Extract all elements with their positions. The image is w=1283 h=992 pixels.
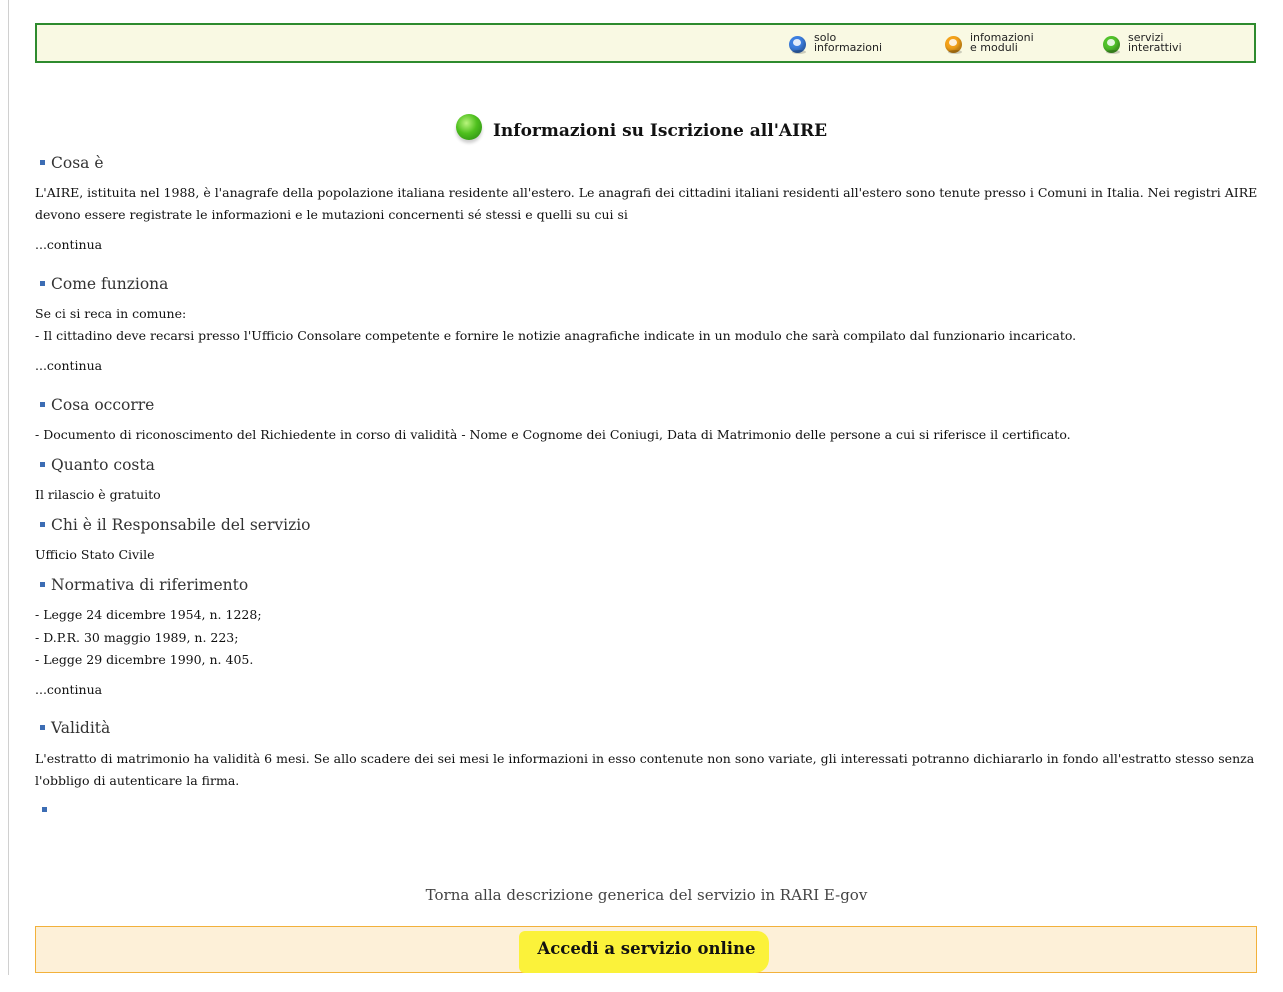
section-heading-cosa-e: Cosa è: [40, 154, 104, 172]
square-bullet-icon: [42, 807, 47, 812]
section-text-normativa-1: - Legge 24 dicembre 1954, n. 1228;: [35, 607, 262, 622]
square-bullet-icon: [40, 725, 45, 730]
continua-link[interactable]: ...continua: [35, 237, 102, 252]
green-ball-icon: [455, 114, 482, 140]
square-bullet-icon: [40, 281, 45, 286]
section-text-normativa-3: - Legge 29 dicembre 1990, n. 405.: [35, 652, 254, 667]
section-heading-normativa: Normativa di riferimento: [40, 576, 248, 594]
square-bullet-icon: [40, 462, 45, 467]
section-text-normativa-2: - D.P.R. 30 maggio 1989, n. 223;: [35, 630, 239, 645]
square-bullet-icon: [40, 402, 45, 407]
section-text-validita: L'estratto di matrimonio ha validità 6 m…: [35, 751, 1255, 788]
section-heading-come-funziona: Come funziona: [40, 275, 168, 293]
section-text-cosa-e: L'AIRE, istituita nel 1988, è l'anagrafe…: [35, 185, 1258, 222]
access-online-service-link[interactable]: Accedi a servizio online: [0, 939, 1283, 958]
section-heading-text: Come funziona: [51, 275, 169, 293]
legend-label: servizi interattivi: [1128, 31, 1182, 54]
green-ball-icon: [1103, 36, 1120, 54]
section-heading-text: Quanto costa: [51, 456, 155, 474]
continua-link[interactable]: ...continua: [35, 682, 102, 697]
section-text-come-funziona-1: Se ci si reca in comune:: [35, 306, 187, 321]
section-heading-text: Cosa occorre: [51, 396, 155, 414]
section-text-responsabile: Ufficio Stato Civile: [35, 547, 155, 562]
square-bullet-icon: [40, 582, 45, 587]
page-title: Informazioni su Iscrizione all'AIRE: [492, 121, 828, 141]
orange-ball-icon: [945, 36, 962, 54]
page-title-row: Informazioni su Iscrizione all'AIRE: [0, 114, 1283, 141]
square-bullet-icon: [40, 522, 45, 527]
section-heading-quanto-costa: Quanto costa: [40, 456, 155, 474]
section-heading-responsabile: Chi è il Responsabile del servizio: [40, 516, 311, 534]
section-heading-text: Validità: [51, 719, 111, 737]
section-heading-cosa-occorre: Cosa occorre: [40, 396, 154, 414]
legend-label: infomazioni e moduli: [970, 31, 1034, 54]
blue-ball-icon: [789, 36, 806, 54]
section-text-cosa-occorre: - Documento di riconoscimento del Richie…: [35, 427, 1071, 442]
section-heading-text: Normativa di riferimento: [51, 576, 249, 594]
section-text-come-funziona-2: - Il cittadino deve recarsi presso l'Uff…: [35, 328, 1077, 343]
service-type-legend: solo informazioni infomazioni e moduli s…: [35, 23, 1256, 63]
legend-label: solo informazioni: [814, 31, 883, 54]
back-to-generic-description-link[interactable]: Torna alla descrizione generica del serv…: [0, 886, 1283, 904]
square-bullet-icon: [40, 160, 45, 165]
section-text-quanto-costa: Il rilascio è gratuito: [35, 487, 161, 502]
section-heading-text: Chi è il Responsabile del servizio: [51, 516, 311, 534]
continua-link[interactable]: ...continua: [35, 358, 102, 373]
section-heading-validita: Validità: [40, 719, 110, 737]
section-heading-text: Cosa è: [51, 154, 104, 172]
left-border-rule: [8, 0, 9, 975]
